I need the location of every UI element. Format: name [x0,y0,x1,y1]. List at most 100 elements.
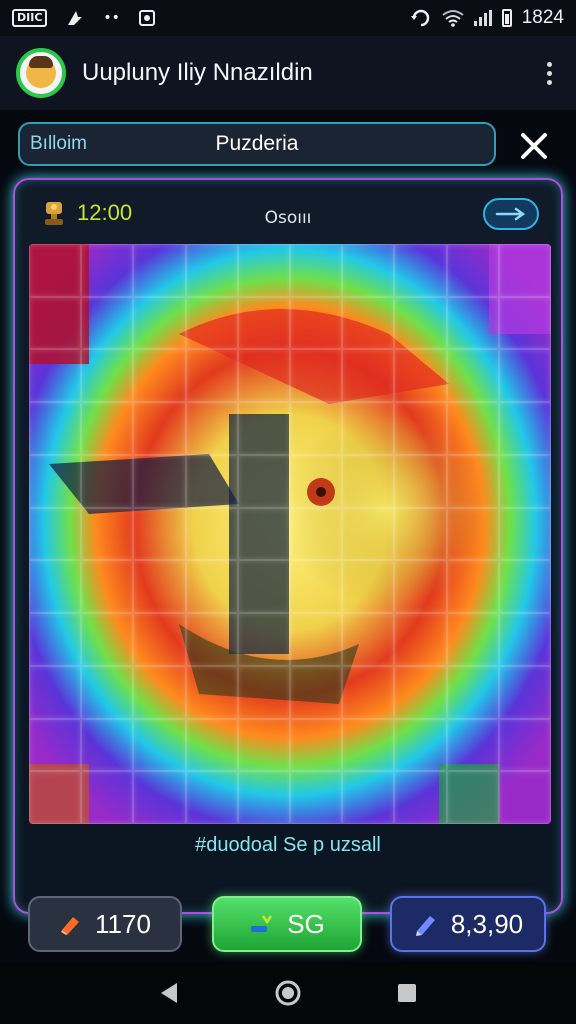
puzzle-piece[interactable] [185,349,238,403]
puzzle-piece[interactable] [133,296,186,350]
puzzle-piece[interactable] [342,402,395,455]
puzzle-piece[interactable] [342,296,395,350]
puzzle-piece[interactable] [498,560,551,614]
puzzle-piece[interactable] [446,613,499,666]
puzzle-piece[interactable] [29,613,82,666]
puzzle-piece[interactable] [342,454,395,508]
puzzle-piece[interactable] [81,718,134,772]
go-button[interactable]: SG [212,896,362,952]
puzzle-piece[interactable] [394,665,447,719]
puzzle-piece[interactable] [81,244,134,297]
puzzle-piece[interactable] [498,402,551,455]
puzzle-piece[interactable] [133,718,186,772]
puzzle-piece[interactable] [446,244,499,297]
puzzle-piece[interactable] [185,771,238,824]
puzzle-piece[interactable] [498,771,551,824]
puzzle-piece[interactable] [29,244,82,297]
puzzle-piece[interactable] [446,771,499,824]
puzzle-piece[interactable] [81,613,134,666]
puzzle-piece[interactable] [498,613,551,666]
puzzle-piece[interactable] [394,402,447,455]
puzzle-piece[interactable] [498,454,551,508]
puzzle-piece[interactable] [446,507,499,561]
puzzle-piece[interactable] [394,560,447,614]
puzzle-piece[interactable] [498,296,551,350]
puzzle-piece[interactable] [81,349,134,403]
puzzle-piece[interactable] [446,296,499,350]
puzzle-piece[interactable] [133,507,186,561]
puzzle-piece[interactable] [29,402,82,455]
puzzle-piece[interactable] [342,349,395,403]
puzzle-piece[interactable] [237,665,290,719]
puzzle-piece[interactable] [498,665,551,719]
puzzle-piece[interactable] [29,718,82,772]
puzzle-piece[interactable] [133,244,186,297]
puzzle-piece[interactable] [133,771,186,824]
coins-button[interactable]: 8,3,90 [390,896,546,952]
puzzle-piece[interactable] [290,613,343,666]
puzzle-piece[interactable] [133,613,186,666]
puzzle-piece[interactable] [290,244,343,297]
puzzle-piece[interactable] [342,613,395,666]
puzzle-piece[interactable] [81,771,134,824]
puzzle-piece[interactable] [237,613,290,666]
puzzle-piece[interactable] [185,560,238,614]
puzzle-piece[interactable] [290,349,343,403]
puzzle-piece[interactable] [81,507,134,561]
hint-button[interactable]: 1170 [28,896,182,952]
puzzle-piece[interactable] [81,560,134,614]
puzzle-piece[interactable] [498,718,551,772]
puzzle-piece[interactable] [394,349,447,403]
puzzle-piece[interactable] [237,296,290,350]
puzzle-piece[interactable] [237,771,290,824]
puzzle-piece[interactable] [342,507,395,561]
puzzle-piece[interactable] [29,296,82,350]
puzzle-piece[interactable] [498,507,551,561]
puzzle-piece[interactable] [237,718,290,772]
puzzle-piece[interactable] [81,402,134,455]
puzzle-piece[interactable] [29,507,82,561]
puzzle-piece[interactable] [237,507,290,561]
puzzle-piece[interactable] [290,296,343,350]
puzzle-piece[interactable] [237,349,290,403]
close-button[interactable] [512,124,556,168]
puzzle-piece[interactable] [342,560,395,614]
puzzle-piece[interactable] [81,296,134,350]
puzzle-board[interactable] [29,244,551,824]
puzzle-piece[interactable] [133,454,186,508]
puzzle-piece[interactable] [290,718,343,772]
puzzle-piece[interactable] [290,402,343,455]
puzzle-piece[interactable] [237,560,290,614]
puzzle-piece[interactable] [446,454,499,508]
puzzle-piece[interactable] [394,613,447,666]
puzzle-piece[interactable] [342,771,395,824]
puzzle-piece[interactable] [185,402,238,455]
puzzle-piece[interactable] [498,349,551,403]
puzzle-piece[interactable] [237,402,290,455]
puzzle-piece[interactable] [133,349,186,403]
title-bar[interactable]: Bılloim Puzderia [18,122,496,166]
puzzle-piece[interactable] [185,613,238,666]
puzzle-piece[interactable] [394,454,447,508]
next-button[interactable] [483,198,539,230]
puzzle-piece[interactable] [446,718,499,772]
puzzle-piece[interactable] [342,718,395,772]
puzzle-piece[interactable] [133,560,186,614]
puzzle-piece[interactable] [185,665,238,719]
back-triangle-icon[interactable] [157,980,181,1006]
home-circle-icon[interactable] [274,979,302,1007]
puzzle-piece[interactable] [290,507,343,561]
puzzle-piece[interactable] [185,454,238,508]
puzzle-piece[interactable] [237,454,290,508]
puzzle-piece[interactable] [446,402,499,455]
puzzle-piece[interactable] [290,665,343,719]
puzzle-piece[interactable] [394,244,447,297]
puzzle-piece[interactable] [446,560,499,614]
puzzle-piece[interactable] [185,718,238,772]
puzzle-piece[interactable] [342,244,395,297]
puzzle-piece[interactable] [290,771,343,824]
puzzle-piece[interactable] [29,454,82,508]
puzzle-piece[interactable] [29,771,82,824]
avatar-icon[interactable] [16,48,66,98]
puzzle-piece[interactable] [290,454,343,508]
